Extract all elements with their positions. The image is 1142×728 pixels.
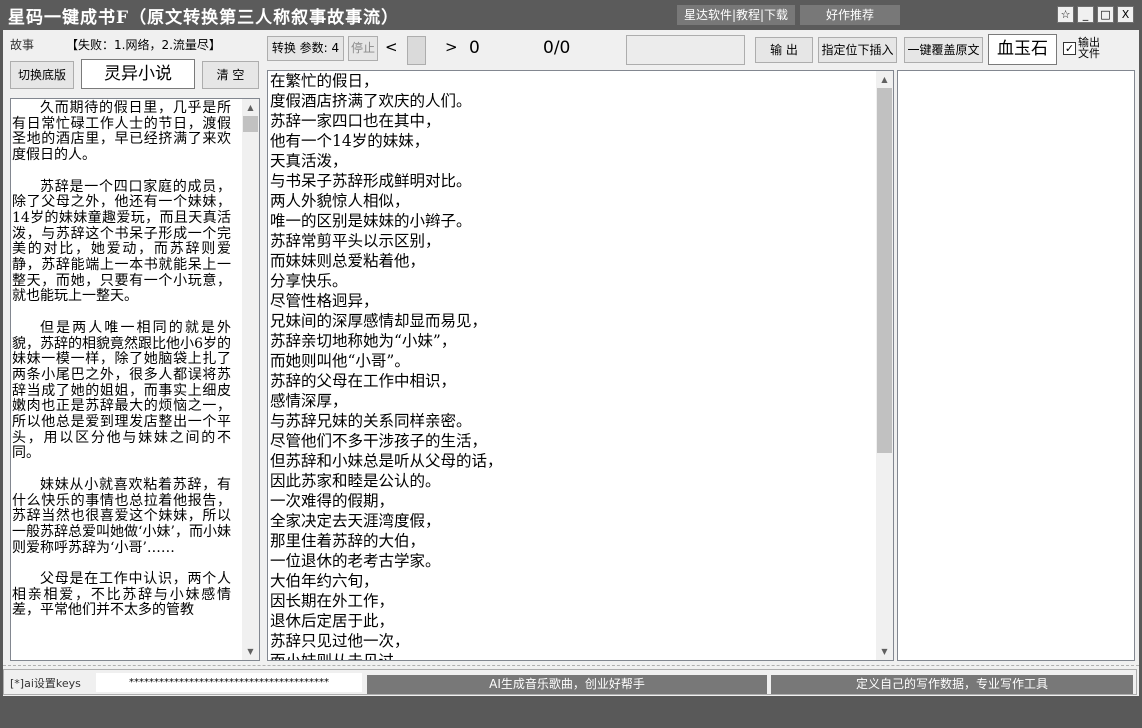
story-paragraph: 久而期待的假日里，几乎是所有日常忙碌工作人士的节日，渡假圣地的酒店里，早已经挤满… [12, 100, 231, 164]
convert-button[interactable]: 转换 参数: 4 [267, 36, 344, 61]
keys-label: [*]ai设置keys [10, 677, 81, 690]
output-line: 感情深厚， [270, 392, 348, 410]
divider [3, 665, 1139, 666]
output-line: 苏辞亲切地称她为“小妹”， [270, 332, 457, 350]
output-line: 但苏辞和小妹总是听从父母的话， [270, 452, 503, 470]
voice-field[interactable]: 血玉石 [988, 34, 1057, 65]
mode-label: 故事 [10, 38, 35, 52]
output-line: 一次难得的假期， [270, 492, 395, 510]
output-line: 他有一个14岁的妹妹， [270, 132, 430, 150]
software-tutorial-download-link[interactable]: 星达软件|教程|下载 [677, 5, 795, 25]
story-paragraph: 但是两人唯一相同的就是外貌，苏辞的相貌竟然跟比他小6岁的妹妹一模一样，除了她脑袋… [12, 319, 231, 462]
stop-button[interactable]: 停止 [348, 36, 378, 61]
output-line: 兄妹间的深厚感情却显而易见， [270, 312, 488, 330]
keys-field[interactable]: **************************************** [96, 673, 362, 692]
genre-field[interactable]: 灵异小说 [81, 59, 195, 89]
output-line: 苏辞只见过他一次， [270, 632, 410, 650]
scroll-up-icon[interactable]: ▲ [876, 71, 893, 88]
output-file-label: 输出文件 [1078, 36, 1100, 60]
minimize-button[interactable]: _ [1077, 6, 1094, 23]
convert-label: 转换 [271, 41, 296, 55]
output-text: 在繁忙的假日， 度假酒店挤满了欢庆的人们。 苏辞一家四口也在其中， 他有一个14岁的妹… [270, 71, 870, 661]
custom-writing-data-button[interactable]: 定义自己的写作数据，专业写作工具 [771, 675, 1133, 694]
output-line: 因长期在外工作， [270, 592, 395, 610]
output-line: 而小妹则从未见过。 [270, 652, 410, 661]
story-paragraph: 妹妹从小就喜欢粘着苏辞，有什么快乐的事情也总拉着他报告，苏辞当然也很喜爱这个妹妹… [12, 476, 231, 556]
output-line: 那里住着苏辞的大伯， [270, 532, 426, 550]
output-button[interactable]: 输 出 [755, 37, 813, 63]
recommend-link[interactable]: 好作推荐 [800, 5, 900, 25]
story-paragraph: 苏辞是一个四口家庭的成员，除了父母之外，他还有一个妹妹，14岁的妹妹童趣爱玩，而… [12, 178, 231, 305]
output-line: 苏辞一家四口也在其中， [270, 112, 441, 130]
output-line: 两人外貌惊人相似， [270, 192, 410, 210]
output-file-checkbox[interactable]: ✓ [1063, 42, 1076, 55]
output-scrollbar[interactable]: ▲ ▼ [876, 71, 893, 660]
output-line: 分享快乐。 [270, 272, 348, 290]
params-label: 参数: 4 [299, 41, 340, 55]
ai-music-button[interactable]: AI生成音乐歌曲，创业好帮手 [367, 675, 767, 694]
output-line: 唯一的区别是妹妹的小辫子。 [270, 212, 472, 230]
scroll-down-icon[interactable]: ▼ [242, 643, 259, 660]
scroll-thumb[interactable] [243, 116, 258, 132]
progress-value: 0/0 [543, 38, 571, 58]
output-line: 而她则叫他“小哥”。 [270, 352, 410, 370]
status-box [626, 35, 745, 65]
overwrite-original-button[interactable]: 一键覆盖原文 [904, 37, 983, 63]
output-line: 一位退休的老考古学家。 [270, 552, 441, 570]
output-line: 与书呆子苏辞形成鲜明对比。 [270, 172, 472, 190]
output-line: 退休后定居于此， [270, 612, 395, 630]
close-button[interactable]: X [1117, 6, 1134, 23]
output-line: 度假酒店挤满了欢庆的人们。 [270, 92, 472, 110]
prev-button[interactable]: < [385, 38, 398, 56]
scroll-thumb[interactable] [877, 88, 892, 453]
client-area: 故事 【失败：1.网络，2.流量尽】 切换底版 灵异小说 清 空 久而期待的假日… [3, 30, 1139, 696]
counter-value: 0 [469, 38, 480, 58]
scroll-down-icon[interactable]: ▼ [876, 643, 893, 660]
output-line: 在繁忙的假日， [270, 72, 379, 90]
output-line: 大伯年约六旬， [270, 572, 379, 590]
output-line: 天真活泼， [270, 152, 348, 170]
failure-hint: 【失败：1.网络，2.流量尽】 [66, 38, 221, 52]
output-line: 尽管性格迥异， [270, 292, 379, 310]
story-paragraph: 父母是在工作中认识，两个人相亲相爱，不比苏辞与小妹感情差，平常他们并不太多的管教 [12, 571, 231, 619]
output-textarea[interactable]: 在繁忙的假日， 度假酒店挤满了欢庆的人们。 苏辞一家四口也在其中， 他有一个14岁的妹… [267, 70, 894, 661]
output-line: 苏辞的父母在工作中相识， [270, 372, 457, 390]
scroll-up-icon[interactable]: ▲ [242, 99, 259, 116]
output-line: 苏辞常剪平头以示区别， [270, 232, 441, 250]
favorite-star-icon[interactable]: ☆ [1057, 6, 1074, 23]
source-story-textarea[interactable]: 久而期待的假日里，几乎是所有日常忙碌工作人士的节日，渡假圣地的酒店里，早已经挤满… [10, 98, 260, 661]
output-line: 尽管他们不多干涉孩子的生活， [270, 432, 488, 450]
next-button[interactable]: > [445, 38, 458, 56]
title-bar: 星码一键成书F（原文转换第三人称叙事故事流） 星达软件|教程|下载 好作推荐 ☆… [0, 0, 1142, 30]
clear-button[interactable]: 清 空 [202, 61, 259, 89]
output-line: 全家决定去天涯湾度假， [270, 512, 441, 530]
output-line: 因此苏家和睦是公认的。 [270, 472, 441, 490]
insert-at-position-button[interactable]: 指定位下插入 [818, 37, 897, 63]
maximize-button[interactable]: □ [1097, 6, 1114, 23]
page-slider[interactable] [407, 36, 426, 65]
right-panel[interactable] [897, 70, 1135, 661]
story-scrollbar[interactable]: ▲ ▼ [242, 99, 259, 660]
output-line: 与苏辞兄妹的关系同样亲密。 [270, 412, 472, 430]
story-text: 久而期待的假日里，几乎是所有日常忙碌工作人士的节日，渡假圣地的酒店里，早已经挤满… [12, 100, 231, 635]
switch-template-button[interactable]: 切换底版 [10, 61, 74, 89]
output-line: 而妹妹则总爱粘着他， [270, 252, 426, 270]
app-title: 星码一键成书F（原文转换第三人称叙事故事流） [8, 8, 400, 28]
